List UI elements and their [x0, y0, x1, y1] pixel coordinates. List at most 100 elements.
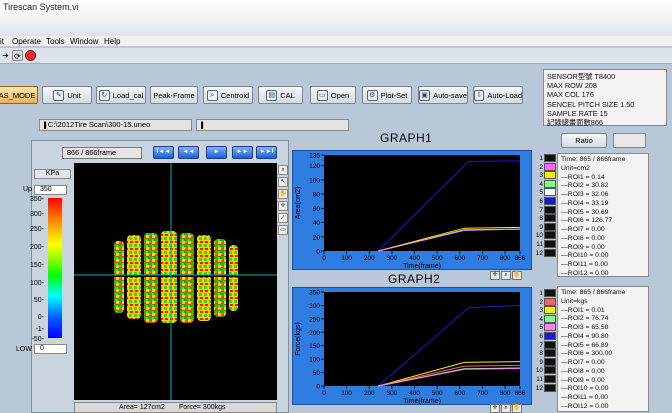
x-tick-label: 600: [454, 255, 465, 262]
cal-button[interactable]: ▤ CAL: [258, 86, 303, 104]
plot-set-button[interactable]: ⚙ Plot-Set: [362, 86, 412, 104]
scale-low-input[interactable]: 0: [34, 344, 67, 354]
roi-color-swatch[interactable]: [544, 205, 556, 214]
graph2-chart[interactable]: 0 50 100 150 200 250 300 350 0 100 200 300 400 500 600…: [292, 287, 532, 406]
scale-tick: 0-: [37, 314, 44, 321]
roi-color-swatch[interactable]: [544, 340, 556, 349]
as-mode-button[interactable]: AS_MODE: [0, 86, 38, 104]
menu-bar: it Operate Tools Window Help: [0, 36, 672, 47]
play-button[interactable]: ►: [206, 146, 227, 159]
roi-color-swatch[interactable]: [544, 306, 556, 315]
roi-color-swatch[interactable]: [544, 349, 556, 358]
unit-button[interactable]: ✎ Unit: [42, 86, 92, 104]
roi-color-swatch[interactable]: [544, 357, 556, 366]
x-tick-label: 100: [341, 255, 352, 262]
graph1-svg: 0 20 40 60 80 100 120 135 0 100 200 300 400 500 600 700…: [295, 153, 526, 271]
zoom-tool-icon[interactable]: ⌕: [278, 165, 288, 175]
auto-save-button[interactable]: ▣ Auto-save: [418, 86, 468, 104]
peak-frame-button[interactable]: Peak-Frame: [150, 86, 198, 104]
menu-help[interactable]: Help: [104, 37, 120, 46]
roi-color-swatch[interactable]: [544, 366, 556, 375]
roi-color-swatch[interactable]: [544, 240, 556, 248]
roi-color-swatch[interactable]: [544, 171, 556, 180]
open-button[interactable]: ▭ Open: [310, 86, 356, 104]
roi-color-swatch[interactable]: [544, 222, 556, 231]
graph2-hand-icon[interactable]: ✋: [512, 404, 522, 413]
menu-edit[interactable]: it: [0, 37, 4, 46]
legend-line: —ROI4 = 90.80: [561, 332, 609, 340]
prev-frame-button[interactable]: ◄◄: [178, 146, 199, 159]
file-path-field-2[interactable]: ▐: [196, 119, 349, 131]
legend-line: —ROI5 = 66.89: [561, 341, 609, 349]
y-tick-label: 100: [309, 357, 320, 364]
legend-line: —ROI1 = 0.01: [561, 306, 605, 314]
abort-icon[interactable]: [25, 50, 36, 61]
y-tick-label: 250: [309, 316, 320, 323]
crosshair-tool-icon[interactable]: ✛: [278, 201, 288, 211]
ratio-value-field[interactable]: [613, 133, 646, 148]
roi-color-swatch[interactable]: [544, 248, 556, 257]
load-cal-button[interactable]: ↻ Load_cal: [96, 86, 146, 104]
rect-tool-icon[interactable]: ▭: [278, 225, 288, 235]
graph1-hand-icon[interactable]: ✋: [512, 271, 522, 280]
run-continuous-icon[interactable]: ⟳: [12, 50, 23, 61]
hand-tool-icon[interactable]: ✋: [278, 189, 288, 199]
scale-tick: 350-: [29, 196, 44, 203]
menu-operate[interactable]: Operate: [12, 37, 41, 46]
roi-color-swatch[interactable]: [544, 154, 556, 162]
roi-color-swatch[interactable]: [544, 162, 556, 171]
roi-color-swatch[interactable]: [544, 289, 556, 297]
roi-color-swatch[interactable]: [544, 214, 556, 223]
y-tick-label: 135: [309, 153, 320, 160]
run-arrow-icon[interactable]: ➜: [0, 50, 11, 61]
graph1-crosshair-icon[interactable]: ✛: [490, 271, 500, 280]
roi-color-swatch[interactable]: [544, 297, 556, 306]
roi-color-swatch[interactable]: [544, 323, 556, 332]
scale-low-label: LOW: [16, 346, 32, 353]
roi-color-swatch[interactable]: [544, 231, 556, 240]
graph1-title: GRAPH1: [380, 131, 433, 145]
roi-color-swatch[interactable]: [544, 188, 556, 197]
menu-tools[interactable]: Tools: [46, 37, 65, 46]
x-tick-label: 500: [432, 255, 443, 262]
graph2-zoom-icon[interactable]: ⌕: [501, 404, 511, 413]
cursor-tool-icon[interactable]: ↖: [278, 177, 288, 187]
legend-line: Time: 865 / 866frame: [561, 156, 626, 163]
x-tick-label: 400: [409, 390, 420, 397]
roi-swatch-row[interactable]: 12: [534, 248, 556, 258]
menu-window[interactable]: Window: [70, 37, 98, 46]
centroid-button[interactable]: ⌕ Centroid: [203, 86, 253, 104]
load-icon: ⇩: [474, 89, 485, 101]
tread-block: [229, 245, 238, 311]
roi-number: 12: [535, 249, 543, 257]
roi-color-swatch[interactable]: [544, 197, 556, 205]
first-frame-button[interactable]: I◄◄: [153, 146, 174, 159]
last-frame-button[interactable]: ►►I: [256, 146, 277, 159]
roi-color-swatch[interactable]: [544, 332, 556, 340]
y-tick-label: 350: [309, 290, 320, 297]
ratio-button[interactable]: Ratio: [561, 133, 607, 148]
roi-color-swatch[interactable]: [544, 314, 556, 323]
legend-line: —ROI8 = 0.00: [561, 234, 605, 242]
roi-color-swatch[interactable]: [544, 179, 556, 188]
x-tick-label: 100: [341, 390, 352, 397]
roi-color-swatch[interactable]: [544, 375, 556, 383]
pressure-map[interactable]: [74, 163, 277, 400]
auto-load-button[interactable]: ⇩ Auto-Load: [473, 86, 523, 104]
graph2-crosshair-icon[interactable]: ✛: [490, 404, 500, 413]
roi-swatch-row[interactable]: 12: [534, 383, 556, 393]
scale-up-label: Up: [23, 186, 32, 193]
graph1-chart[interactable]: 0 20 40 60 80 100 120 135 0 100 200 300 400 500 600 700…: [292, 150, 532, 271]
info-total-frames: 記錄總畫面數866: [547, 118, 603, 128]
roi-color-swatch[interactable]: [544, 383, 556, 392]
line-tool-icon[interactable]: ∕: [278, 213, 288, 223]
scale-up-input[interactable]: 350: [34, 185, 67, 195]
legend-line: —ROI7 = 0.00: [561, 359, 605, 366]
x-tick-label: 800: [500, 390, 511, 397]
x-tick-label: 0: [322, 390, 326, 397]
x-tick-label: 0: [322, 255, 326, 262]
y-tick-label: 300: [309, 303, 320, 310]
file-path-field[interactable]: ▐ C:\2012Tire Scan\300-15.uneo: [39, 119, 192, 131]
graph1-zoom-icon[interactable]: ⌕: [501, 271, 511, 280]
next-frame-button[interactable]: ►►: [232, 146, 253, 159]
